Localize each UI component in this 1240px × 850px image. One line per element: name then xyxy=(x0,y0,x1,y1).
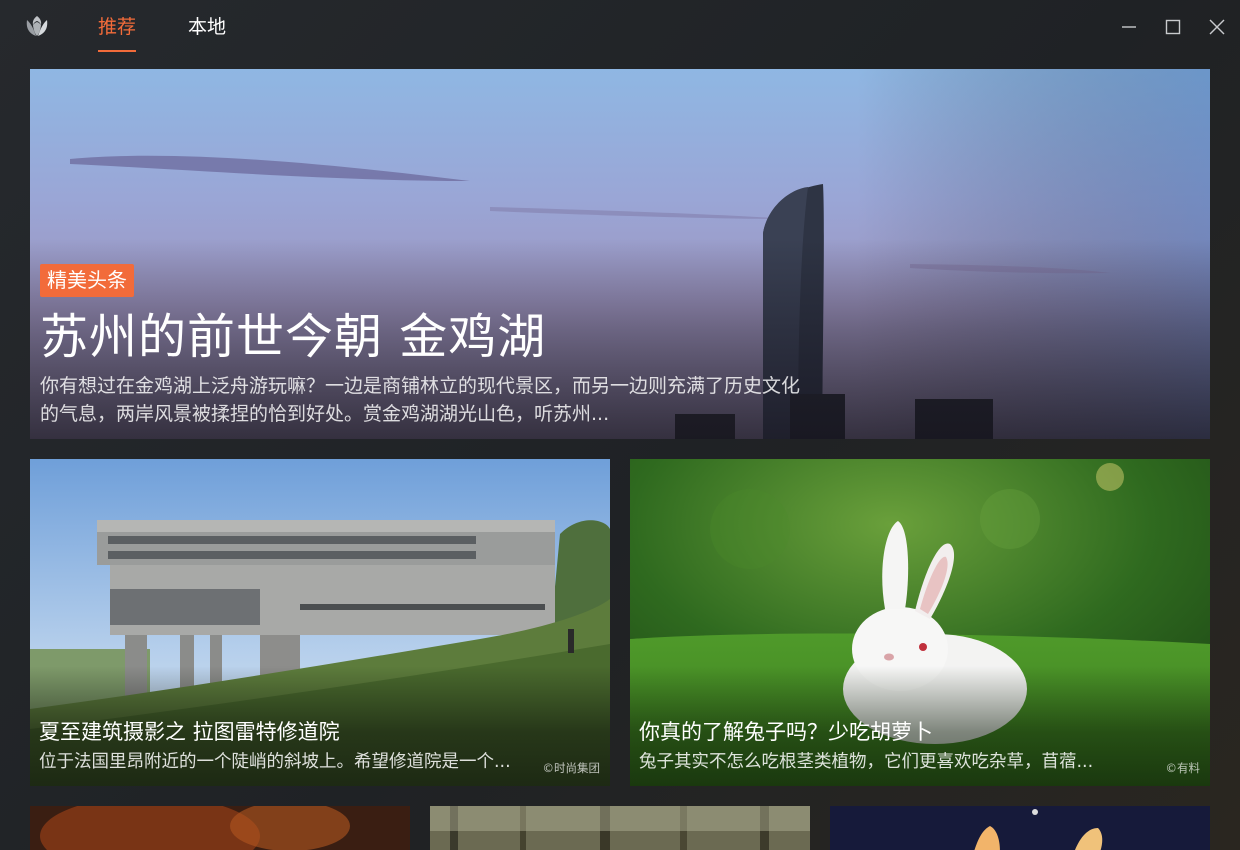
card-title: 夏至建筑摄影之 拉图雷特修道院 xyxy=(39,720,340,744)
maximize-icon[interactable] xyxy=(1160,14,1186,40)
card-source: ©有料 xyxy=(1165,761,1201,775)
featured-badge: 精美头条 xyxy=(40,264,134,297)
title-bar: 推荐 本地 xyxy=(0,0,1240,56)
tab-local[interactable]: 本地 xyxy=(188,14,226,40)
close-icon[interactable] xyxy=(1204,14,1230,40)
card-title: 你真的了解兔子吗？少吃胡萝卜 xyxy=(639,720,933,744)
card-source: ©时尚集团 xyxy=(542,761,601,775)
article-image xyxy=(30,806,410,850)
article-card[interactable] xyxy=(830,806,1210,850)
article-card[interactable]: 夏至建筑摄影之 拉图雷特修道院 位于法国里昂附近的一个陡峭的斜坡上。希望修道院是… xyxy=(30,459,610,786)
article-card[interactable] xyxy=(430,806,810,850)
article-card[interactable] xyxy=(30,806,410,850)
tab-local-label: 本地 xyxy=(188,16,227,38)
tab-recommend-label: 推荐 xyxy=(98,16,137,38)
article-card[interactable]: 你真的了解兔子吗？少吃胡萝卜 兔子其实不怎么吃根茎类植物，它们更喜欢吃杂草，苜蓿… xyxy=(630,459,1210,786)
article-image xyxy=(830,806,1210,850)
minimize-icon[interactable] xyxy=(1116,14,1142,40)
article-image xyxy=(430,806,810,850)
active-tab-underline xyxy=(98,50,137,52)
app-window: 推荐 本地 精美头条 苏州的前世今朝 金鸡湖 你有想过在金鸡湖上泛舟游玩嘛？一边… xyxy=(0,0,1240,850)
card-description: 位于法国里昂附近的一个陡峭的斜坡上。希望修道院是一个... xyxy=(39,752,511,772)
hero-title: 苏州的前世今朝 金鸡湖 xyxy=(40,309,547,365)
tab-recommend[interactable]: 推荐 xyxy=(98,14,137,52)
hero-article-card[interactable]: 精美头条 苏州的前世今朝 金鸡湖 你有想过在金鸡湖上泛舟游玩嘛？一边是商铺林立的… xyxy=(30,69,1210,439)
card-description: 兔子其实不怎么吃根茎类植物，它们更喜欢吃杂草，苜蓿... xyxy=(639,752,1094,772)
hero-description: 你有想过在金鸡湖上泛舟游玩嘛？一边是商铺林立的现代景区，而另一边则充满了历史文化… xyxy=(40,375,801,425)
tulip-logo-icon xyxy=(26,16,48,36)
